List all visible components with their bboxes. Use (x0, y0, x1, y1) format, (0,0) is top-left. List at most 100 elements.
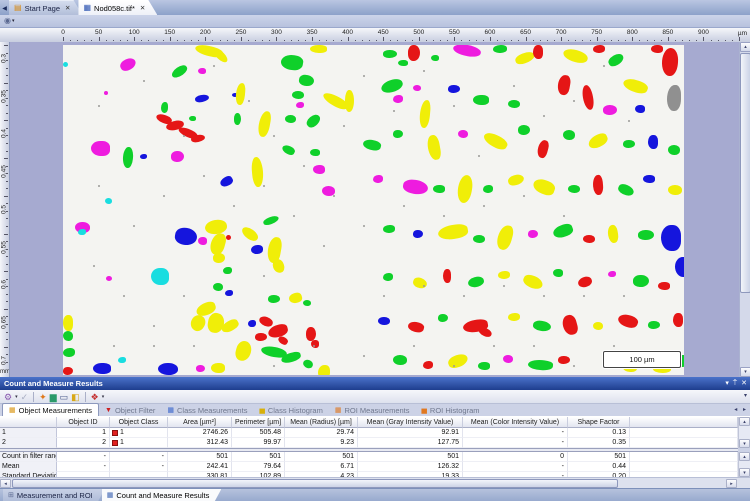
image-view-toolbar: ◉ ▾ (0, 15, 750, 28)
table-row: Count in filter ranges--5015015015010501 (0, 452, 738, 462)
speckle (263, 185, 265, 187)
object-blob (280, 53, 304, 72)
object-blob (298, 74, 315, 87)
scroll-left-icon[interactable]: ◂ (0, 479, 11, 488)
object-blob (161, 102, 168, 113)
column-header[interactable]: Object ID (57, 417, 110, 428)
ruler-tick (298, 40, 299, 41)
column-header[interactable]: Object Class (110, 417, 168, 428)
ruler-tick (4, 83, 8, 84)
table-scrollbar-top[interactable]: ▴ ▾ (738, 417, 750, 448)
results-tab-roi-measurements[interactable]: ▦ROI Measurements (329, 404, 416, 416)
results-tab-scroll-icons[interactable]: ◂ ▸ (734, 406, 748, 413)
table-cell[interactable]: 29.74 (285, 428, 358, 438)
tab-label: Start Page (25, 4, 60, 13)
scrollbar-thumb[interactable] (12, 479, 618, 488)
table-cell[interactable]: 127.75 (358, 438, 463, 448)
tab-icon: ▦ (167, 407, 174, 414)
column-header[interactable]: Mean (Color Intensity Value) (463, 417, 568, 428)
histogram-icon[interactable]: ▆ (50, 391, 57, 403)
chevron-down-icon[interactable]: ▾ (12, 18, 15, 24)
ruler-h-label: 600 (485, 29, 496, 36)
specimen-image[interactable]: 100 µm (63, 45, 684, 375)
column-header[interactable]: Perimeter [µm] (232, 417, 285, 428)
results-tab-class-histogram[interactable]: ▅Class Histogram (253, 404, 328, 416)
table-cell[interactable]: 505.48 (232, 428, 285, 438)
table-cell[interactable]: 1 (57, 428, 110, 438)
column-header[interactable]: Mean (Radius) [µm] (285, 417, 358, 428)
ruler-tick (383, 37, 384, 41)
pin-icon[interactable]: ⍑ (733, 377, 737, 390)
tab-nod058c[interactable]: ▦ Nod058c.tif* ✕ (78, 0, 157, 15)
table-cell[interactable]: 312.43 (168, 438, 232, 448)
ruler-tick (711, 40, 712, 41)
table-cell[interactable]: - (463, 438, 568, 448)
scroll-down-icon[interactable]: ▾ (739, 468, 750, 477)
color-bucket-icon[interactable]: ◧ (71, 391, 80, 403)
object-blob (248, 320, 256, 327)
table-cell[interactable]: 9.23 (285, 438, 358, 448)
object-blob (498, 271, 510, 279)
close-icon[interactable]: ✕ (741, 377, 747, 390)
window-menu-icon[interactable]: ▾ (725, 377, 729, 390)
ruler-tick (654, 40, 655, 41)
object-blob (419, 100, 431, 129)
recount-icon[interactable]: ✓ (21, 391, 29, 403)
table-cell[interactable]: 2 (57, 438, 110, 448)
results-tab-class-measurements[interactable]: ▦Class Measurements (161, 404, 253, 416)
table-cell[interactable]: 99.97 (232, 438, 285, 448)
magic-wand-icon[interactable]: ✦ (39, 391, 47, 403)
display-mode-icon[interactable]: ◉ (4, 16, 11, 26)
table-cell[interactable]: 92.91 (358, 428, 463, 438)
row-header[interactable]: 1 (0, 428, 57, 438)
chevron-down-icon[interactable]: ▾ (102, 391, 105, 403)
toolbar-overflow-icon[interactable]: ▾ (744, 392, 747, 399)
table-horizontal-scrollbar[interactable]: ◂ ▸ (0, 477, 750, 488)
column-header[interactable]: Shape Factor (568, 417, 630, 428)
tab-count-and-measure-results[interactable]: ▦ Count and Measure Results (102, 489, 222, 501)
object-blob (507, 173, 525, 187)
row-header[interactable]: 2 (0, 438, 57, 448)
column-header[interactable]: Area [µm²] (168, 417, 232, 428)
roi-rectangle-icon[interactable]: ▭ (60, 391, 69, 403)
results-tab-roi-histogram[interactable]: ▅ROI Histogram (416, 404, 486, 416)
scroll-down-icon[interactable]: ▾ (739, 439, 750, 448)
classify-icon[interactable]: ❖ (91, 391, 99, 403)
close-tab-icon[interactable]: ✕ (65, 4, 70, 12)
count-measure-options-icon[interactable]: ⚙ (4, 391, 12, 403)
object-blob (553, 269, 563, 277)
ruler-tick (725, 40, 726, 41)
table-scrollbar-bottom[interactable]: ▴ ▾ (738, 452, 750, 477)
scroll-up-icon[interactable]: ▴ (740, 42, 750, 52)
results-tab-object-filter[interactable]: ▼Object Filter (99, 404, 161, 416)
column-header[interactable]: Mean (Gray Intensity Value) (358, 417, 463, 428)
table-cell: 501 (168, 452, 232, 462)
scroll-right-icon[interactable]: ▸ (726, 479, 737, 488)
tab-scroll-left-icon[interactable]: ◀ (0, 4, 9, 15)
ruler-tick (91, 40, 92, 41)
results-tab-object-measurements[interactable]: ▦Object Measurements (2, 403, 99, 416)
panel-title-bar[interactable]: Count and Measure Results ▾ ⍑ ✕ (0, 377, 750, 390)
object-blob (668, 145, 680, 155)
table-cell[interactable]: 0.35 (568, 438, 630, 448)
scroll-up-icon[interactable]: ▴ (739, 452, 750, 461)
canvas-vertical-scrollbar[interactable]: ▴ ▾ (739, 42, 750, 377)
chevron-down-icon[interactable]: ▾ (15, 391, 18, 403)
table-cell[interactable]: - (463, 428, 568, 438)
table-cell[interactable]: 2746.26 (168, 428, 232, 438)
bottom-tab-bar: ⊞ Measurement and ROI ▦ Count and Measur… (0, 488, 750, 501)
ruler-tick (6, 354, 8, 355)
object-blob (398, 60, 408, 66)
table-cell[interactable]: 0.13 (568, 428, 630, 438)
table-cell[interactable]: 1 (110, 438, 168, 448)
scroll-down-icon[interactable]: ▾ (740, 367, 750, 377)
object-blob (257, 110, 272, 138)
scroll-up-icon[interactable]: ▴ (739, 417, 750, 426)
scrollbar-thumb[interactable] (740, 53, 750, 293)
table-row[interactable]: 1112746.26505.4829.7492.91-0.13 (0, 428, 738, 438)
close-tab-icon[interactable]: ✕ (140, 4, 145, 12)
table-cell[interactable]: 1 (110, 428, 168, 438)
table-row[interactable]: 221312.4399.979.23127.75-0.35 (0, 438, 738, 448)
tab-measurement-and-roi[interactable]: ⊞ Measurement and ROI (3, 489, 105, 501)
tab-start-page[interactable]: ▤ Start Page ✕ (9, 0, 82, 15)
